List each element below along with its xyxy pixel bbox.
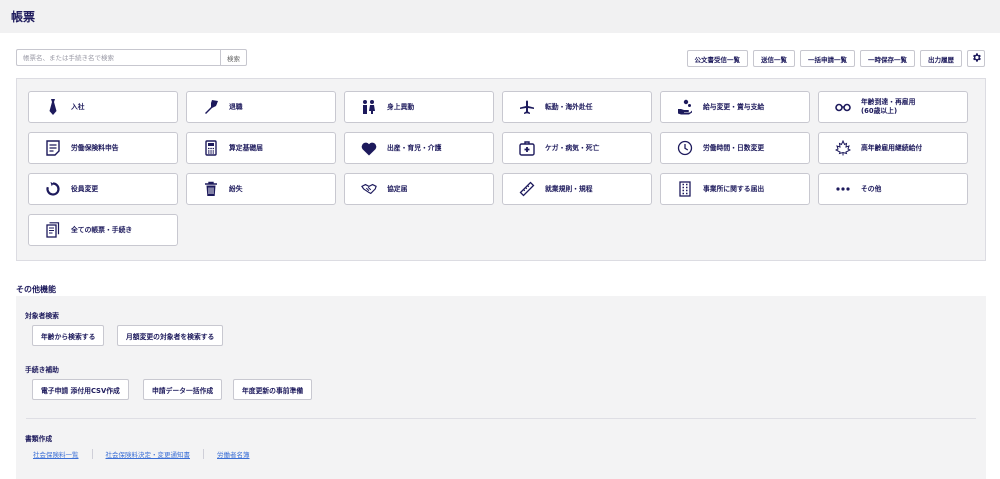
handshake-icon — [361, 181, 377, 197]
category-label: 協定届 — [387, 184, 408, 193]
category-label: 紛失 — [229, 184, 243, 193]
category-card-age-reached[interactable]: 年齢到達・再雇用 (60歳以上) — [818, 91, 968, 123]
procedure-support-title: 手続き補助 — [25, 366, 59, 374]
social-insurance-list-link[interactable]: 社会保険料一覧 — [33, 449, 79, 459]
official-docs-received-button[interactable]: 公文書受信一覧 — [686, 50, 748, 67]
category-card-loss[interactable]: 紛失 — [186, 173, 336, 205]
documents-icon — [45, 222, 61, 238]
category-label: 就業規則・規程 — [545, 184, 593, 193]
divider — [91, 449, 93, 459]
ruler-icon — [519, 181, 535, 197]
page-header: 帳票 — [0, 0, 1000, 33]
category-card-salary-change[interactable]: 給与変更・賞与支給 — [660, 91, 810, 123]
airplane-icon — [519, 99, 535, 115]
first-aid-icon — [519, 140, 535, 156]
gear-icon — [971, 52, 982, 65]
worker-register-link[interactable]: 労働者名簿 — [217, 449, 250, 459]
clock-icon — [677, 140, 693, 156]
category-card-resignation[interactable]: 退職 — [186, 91, 336, 123]
category-card-work-rules[interactable]: 就業規則・規程 — [502, 173, 652, 205]
trash-icon — [203, 181, 219, 197]
category-label: 算定基礎届 — [229, 143, 263, 152]
building-icon — [677, 181, 693, 197]
search-input[interactable] — [16, 49, 220, 66]
page-title: 帳票 — [11, 10, 36, 24]
category-panel: 入社 退職 身上異動 転勤・海外赴任 給与変更・賞与支給 年齢到達・再雇用 (60… — [16, 78, 986, 261]
target-search-title: 対象者検索 — [25, 312, 59, 320]
search-bar: 検索 — [16, 49, 247, 66]
document-links: 社会保険料一覧 社会保険料決定・変更通知書 労働者名簿 — [33, 449, 250, 459]
heart-icon — [361, 140, 377, 156]
category-label: 出産・育児・介護 — [387, 143, 442, 152]
category-card-personal-change[interactable]: 身上異動 — [344, 91, 494, 123]
annual-update-prep-button[interactable]: 年度更新の事前準備 — [233, 379, 313, 400]
category-card-transfer[interactable]: 転勤・海外赴任 — [502, 91, 652, 123]
output-history-button[interactable]: 出力履歴 — [920, 50, 962, 67]
toolbar: 公文書受信一覧 送信一覧 一括申請一覧 一時保存一覧 出力履歴 — [686, 50, 985, 67]
refresh-icon — [45, 181, 61, 197]
family-icon — [361, 99, 377, 115]
calculator-icon — [203, 140, 219, 156]
category-card-base-calculation[interactable]: 算定基礎届 — [186, 132, 336, 164]
category-label: 役員変更 — [71, 184, 99, 193]
category-card-establishment[interactable]: 事業所に関する届出 — [660, 173, 810, 205]
category-label: 労働時間・日数変更 — [703, 143, 765, 152]
other-functions-title: その他機能 — [16, 285, 56, 294]
sent-list-button[interactable]: 送信一覧 — [753, 50, 795, 67]
bulk-application-list-button[interactable]: 一括申請一覧 — [800, 50, 855, 67]
more-icon — [835, 181, 851, 197]
bouquet-icon — [203, 99, 219, 115]
search-by-age-button[interactable]: 年齢から検索する — [32, 325, 105, 346]
category-card-joining[interactable]: 入社 — [28, 91, 178, 123]
divider — [203, 449, 204, 459]
category-label: 給与変更・賞与支給 — [703, 102, 765, 111]
category-label: 転勤・海外赴任 — [545, 102, 593, 111]
glasses-icon — [835, 99, 851, 115]
category-label: 退職 — [229, 102, 243, 111]
bulk-data-create-button[interactable]: 申請データ一括作成 — [143, 379, 223, 400]
category-label: その他 — [861, 184, 882, 193]
category-label: 年齢到達・再雇用 (60歳以上) — [861, 98, 916, 115]
search-button[interactable]: 検索 — [220, 49, 247, 66]
search-monthly-change-button[interactable]: 月額変更の対象者を検索する — [117, 325, 224, 346]
category-card-labor-insurance[interactable]: 労働保険料申告 — [28, 132, 178, 164]
divider — [26, 418, 976, 419]
settings-button[interactable] — [967, 50, 985, 67]
category-label: 高年齢雇用継続給付 — [861, 143, 923, 152]
category-label: 労働保険料申告 — [71, 143, 119, 152]
necktie-icon — [45, 99, 61, 115]
csv-create-button[interactable]: 電子申請 添付用CSV作成 — [32, 379, 129, 400]
category-label: ケガ・病気・死亡 — [545, 143, 600, 152]
category-label: 身上異動 — [387, 102, 415, 111]
category-card-all-forms[interactable]: 全ての帳票・手続き — [28, 214, 178, 246]
category-card-elderly-benefit[interactable]: 高年齢雇用継続給付 — [818, 132, 968, 164]
category-label: 入社 — [71, 102, 85, 111]
category-card-injury[interactable]: ケガ・病気・死亡 — [502, 132, 652, 164]
category-card-working-hours[interactable]: 労働時間・日数変更 — [660, 132, 810, 164]
category-card-agreement[interactable]: 協定届 — [344, 173, 494, 205]
social-insurance-notice-link[interactable]: 社会保険料決定・変更通知書 — [106, 449, 191, 459]
maple-leaf-icon — [835, 140, 851, 156]
document-creation-title: 書類作成 — [25, 435, 53, 443]
category-card-other[interactable]: その他 — [818, 173, 968, 205]
category-label: 事業所に関する届出 — [703, 184, 765, 193]
category-card-officer-change[interactable]: 役員変更 — [28, 173, 178, 205]
category-card-childcare[interactable]: 出産・育児・介護 — [344, 132, 494, 164]
document-icon — [45, 140, 61, 156]
temp-saved-list-button[interactable]: 一時保存一覧 — [860, 50, 915, 67]
other-functions-panel: 対象者検索 年齢から検索する 月額変更の対象者を検索する 手続き補助 電子申請 … — [16, 296, 986, 479]
category-label: 全ての帳票・手続き — [71, 225, 133, 234]
money-hand-icon — [677, 99, 693, 115]
